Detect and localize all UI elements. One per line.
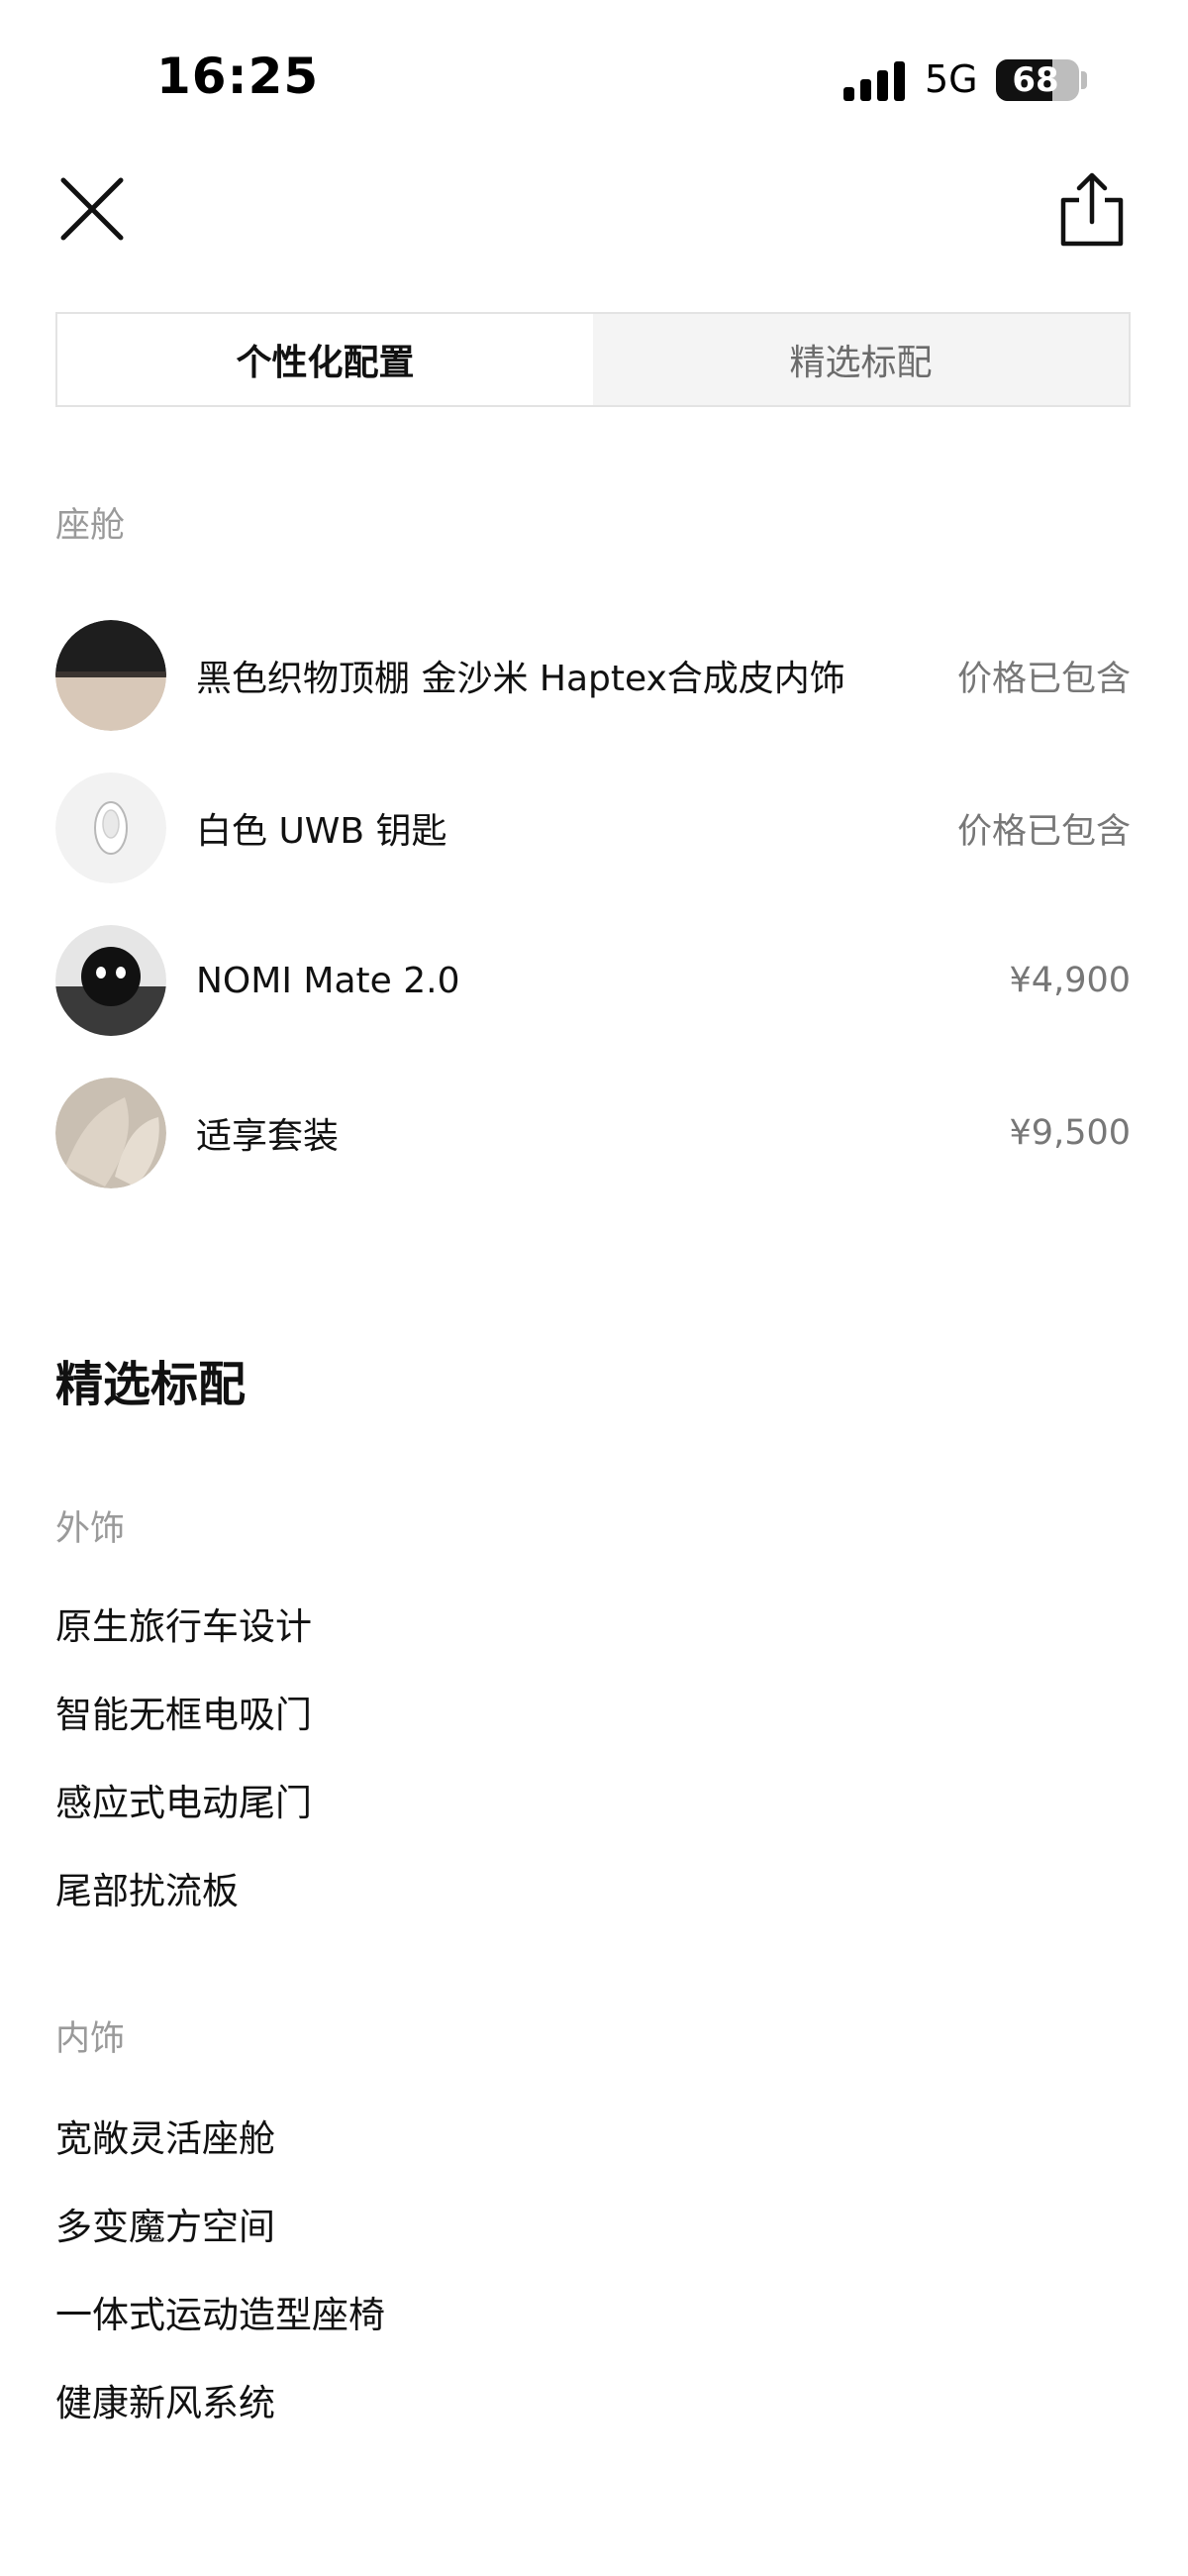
- list-item: 感应式电动尾门: [55, 1781, 312, 1824]
- list-item: 多变魔方空间: [55, 2205, 275, 2248]
- item-name: 黑色织物顶棚 金沙米 Haptex合成皮内饰: [196, 659, 845, 699]
- list-item[interactable]: 白色 UWB 钥匙 价格已包含: [55, 752, 1131, 904]
- uwb-key-icon: [55, 773, 166, 883]
- battery-icon: 68: [996, 59, 1079, 101]
- list-item: 原生旅行车设计: [55, 1604, 312, 1648]
- item-price: ¥9,500: [1009, 1113, 1131, 1153]
- list-item: 尾部扰流板: [55, 1869, 239, 1912]
- close-icon[interactable]: [59, 176, 125, 242]
- list-item: 智能无框电吸门: [55, 1693, 312, 1736]
- list-item: 宽敞灵活座舱: [55, 2116, 275, 2160]
- item-price: 价格已包含: [956, 659, 1131, 699]
- tab-personalized-config[interactable]: 个性化配置: [57, 314, 593, 405]
- seat-package-icon: [55, 1078, 166, 1188]
- section-label-cabin: 座舱: [55, 506, 126, 546]
- list-item: 一体式运动造型座椅: [55, 2293, 385, 2336]
- item-name: 白色 UWB 钥匙: [196, 811, 447, 852]
- interior-feature-list: 宽敞灵活座舱 多变魔方空间 一体式运动造型座椅 健康新风系统: [55, 2091, 1131, 2443]
- section-title-standard: 精选标配: [55, 1357, 247, 1412]
- config-page: 16:25 5G 68 个性化配置 精选标配 座舱 黑色织物顶棚 金沙米 Hap…: [0, 0, 1188, 2576]
- fabric-swatch-icon: [55, 620, 166, 731]
- item-name: NOMI Mate 2.0: [196, 960, 460, 1001]
- item-price: ¥4,900: [1009, 961, 1131, 1000]
- list-item[interactable]: 黑色织物顶棚 金沙米 Haptex合成皮内饰 价格已包含: [55, 599, 1131, 752]
- section-label-interior: 内饰: [55, 2019, 126, 2059]
- tab-standard-config[interactable]: 精选标配: [593, 314, 1129, 405]
- tab-switcher: 个性化配置 精选标配: [55, 312, 1131, 407]
- battery-tip: [1081, 71, 1087, 89]
- section-label-exterior: 外饰: [55, 1509, 126, 1549]
- list-item[interactable]: NOMI Mate 2.0 ¥4,900: [55, 904, 1131, 1057]
- item-name: 适享套装: [196, 1116, 340, 1157]
- exterior-feature-list: 原生旅行车设计 智能无框电吸门 感应式电动尾门 尾部扰流板: [55, 1579, 1131, 1931]
- status-time: 16:25: [156, 48, 320, 105]
- nomi-mate-icon: [55, 925, 166, 1036]
- signal-icon: [843, 59, 907, 101]
- item-price: 价格已包含: [956, 811, 1131, 852]
- share-icon[interactable]: [1057, 170, 1127, 248]
- list-item[interactable]: 适享套装 ¥9,500: [55, 1057, 1131, 1209]
- network-type: 5G: [925, 57, 978, 101]
- cabin-list: 黑色织物顶棚 金沙米 Haptex合成皮内饰 价格已包含 白色 UWB 钥匙 价…: [55, 599, 1131, 1209]
- battery-level: 68: [1012, 60, 1059, 100]
- list-item: 健康新风系统: [55, 2381, 275, 2424]
- status-bar: 16:25 5G 68: [0, 0, 1188, 149]
